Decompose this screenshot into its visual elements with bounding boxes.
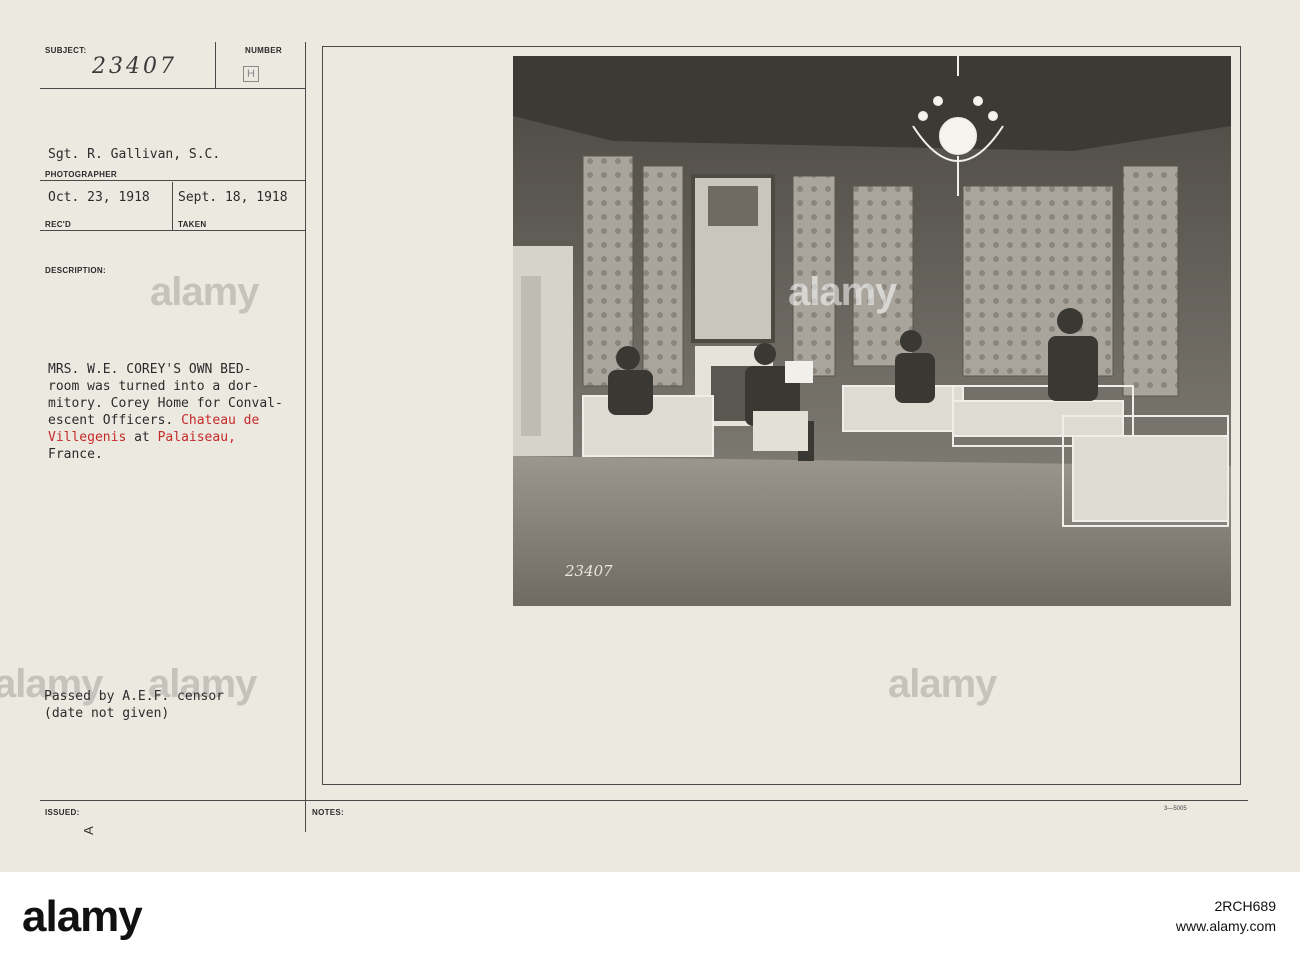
header-divider [215, 42, 216, 88]
description-line-3: mitory. Corey Home for Conval- [48, 396, 283, 411]
description-line-1: MRS. W.E. COREY'S OWN BED- [48, 362, 252, 377]
watermark-right-bottom: alamy [888, 662, 997, 706]
archive-record-card: SUBJECT: 23407 NUMBER H Sgt. R. Gallivan… [0, 0, 1300, 872]
description-line-5: Villegenis at Palaiseau, [48, 429, 236, 446]
photographer-rule [40, 180, 305, 181]
description-line-4-text: escent Officers. [48, 413, 174, 428]
place-palaiseau: Palaiseau, [157, 430, 236, 445]
form-code: 3—5005 [1164, 806, 1187, 812]
dates-rule [40, 230, 305, 231]
stock-id-block: 2RCH689 www.alamy.com [1176, 896, 1276, 936]
description-line-4: escent Officers. Chateau de [48, 412, 259, 429]
photograph: 23407 [513, 56, 1231, 606]
issued-label: ISSUED: [45, 808, 80, 817]
watermark-photo: alamy [788, 270, 897, 314]
place-chateau: Chateau de [181, 413, 260, 428]
received-label: REC'D [45, 220, 72, 229]
taken-label: TAKEN [178, 220, 207, 229]
censor-line-2: (date not given) [44, 706, 170, 721]
issued-mark: A [80, 826, 96, 835]
stock-logo: alamy [22, 892, 143, 941]
description-line-2: room was turned into a dor- [48, 379, 260, 394]
header-rule [40, 88, 305, 89]
place-villegenis: Villegenis [48, 430, 127, 445]
description-at: at [134, 430, 150, 445]
stock-banner [0, 872, 1300, 962]
stock-image-id: 2RCH689 [1214, 898, 1276, 914]
description-label: DESCRIPTION: [45, 266, 106, 275]
subject-number: 23407 [92, 54, 177, 79]
number-stamp: H [243, 66, 259, 82]
received-date: Oct. 23, 1918 [48, 190, 150, 205]
stock-site: www.alamy.com [1175, 918, 1276, 934]
watermark-left-edge: alamy [0, 662, 103, 706]
photograph-illustration: 23407 [513, 56, 1231, 606]
description-line-6: France. [48, 447, 103, 462]
negative-number: 23407 [564, 562, 613, 580]
notes-label: NOTES: [312, 808, 345, 817]
footer-rule [40, 800, 1248, 801]
left-column-divider [305, 42, 306, 832]
dates-divider [172, 182, 173, 230]
photographer-name: Sgt. R. Gallivan, S.C. [48, 147, 221, 162]
subject-label: SUBJECT: [45, 46, 87, 55]
watermark-left-top: alamy [150, 270, 259, 314]
photographer-label: PHOTOGRAPHER [45, 170, 117, 179]
watermark-left-bottom: alamy [148, 662, 257, 706]
taken-date: Sept. 18, 1918 [178, 190, 288, 205]
number-label: NUMBER [245, 46, 282, 55]
